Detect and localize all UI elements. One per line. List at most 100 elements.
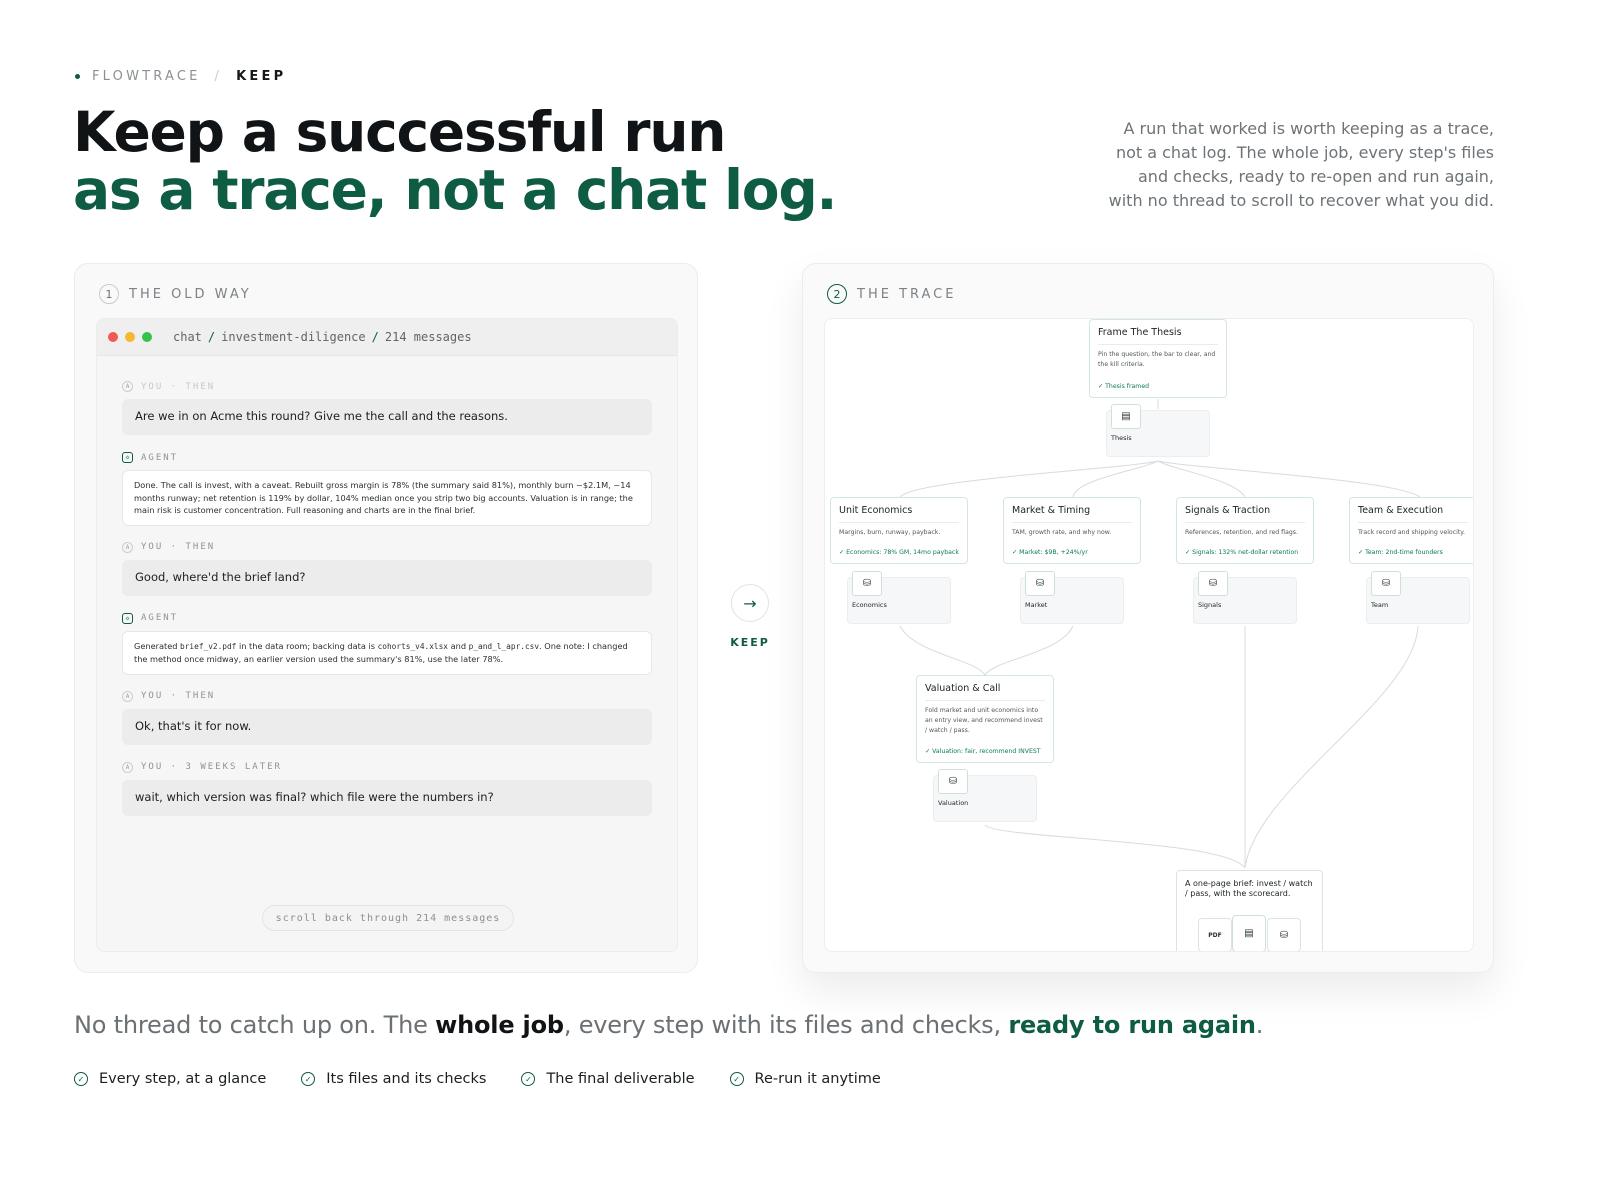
edge bbox=[1244, 625, 1419, 869]
node-team-execution[interactable]: Team & Execution Track record and shippi… bbox=[1349, 497, 1473, 564]
author-label: AGENT bbox=[141, 613, 179, 623]
database-icon[interactable]: ⛁ bbox=[1267, 918, 1301, 951]
folder-economics[interactable]: ⛁ Economics bbox=[847, 571, 951, 624]
keep-button[interactable]: → bbox=[731, 584, 769, 622]
agent-avatar-icon: ◇ bbox=[122, 452, 133, 463]
card-label-text: THE OLD WAY bbox=[129, 286, 252, 302]
trace-card: 2 THE TRACE Frame The Thesis Pin the que… bbox=[802, 263, 1494, 973]
user-message: Good, where'd the brief land? bbox=[122, 559, 652, 596]
folder-label: Market bbox=[1025, 601, 1048, 609]
tagline-part: No thread to catch up on. The bbox=[74, 1011, 436, 1039]
breadcrumb-current: KEEP bbox=[236, 69, 287, 84]
chat-titlebar: chat / investment-diligence/214 messages bbox=[97, 319, 677, 356]
node-signals-traction[interactable]: Signals & Traction References, retention… bbox=[1176, 497, 1314, 564]
node-check: ✓ Thesis framed bbox=[1098, 383, 1150, 390]
msg-text: and bbox=[448, 640, 469, 651]
file-ref: p_and_l_apr.csv bbox=[468, 641, 540, 651]
user-avatar-icon: A bbox=[122, 761, 133, 773]
chat-path: chat / investment-diligence/214 messages bbox=[173, 330, 472, 344]
author-label: AGENT bbox=[141, 452, 179, 463]
scroll-back-button[interactable]: scroll back through 214 messages bbox=[262, 905, 514, 931]
node-title: Frame The Thesis bbox=[1098, 327, 1218, 345]
user-avatar-icon: A bbox=[122, 381, 133, 392]
brand-name[interactable]: FLOWTRACE bbox=[92, 69, 201, 84]
database-icon: ⛁ bbox=[1198, 571, 1228, 596]
final-deliverable[interactable]: A one-page brief: invest / watch / pass,… bbox=[1176, 870, 1323, 951]
node-check: ✓ Economics: 78% GM, 14mo payback bbox=[839, 549, 959, 556]
deliverable-text: A one-page brief: invest / watch / pass,… bbox=[1185, 879, 1313, 898]
folder-label: Economics bbox=[852, 601, 887, 609]
node-valuation-call[interactable]: Valuation & Call Fold market and unit ec… bbox=[916, 675, 1054, 763]
minimize-dot-icon[interactable] bbox=[125, 332, 135, 342]
breadcrumb-separator: / bbox=[214, 69, 223, 84]
agent-avatar-icon: ◇ bbox=[122, 612, 133, 624]
feature-label: Every step, at a glance bbox=[99, 1071, 267, 1087]
trace-canvas[interactable]: Frame The Thesis Pin the question, the b… bbox=[824, 318, 1474, 952]
folder-valuation[interactable]: ⛁ Valuation bbox=[933, 769, 1037, 822]
feature-label: The final deliverable bbox=[546, 1071, 695, 1087]
edge bbox=[984, 625, 1074, 676]
brand-dot bbox=[75, 74, 80, 79]
tagline-part: . bbox=[1255, 1011, 1264, 1039]
node-desc: Pin the question, the bar to clear, and … bbox=[1098, 351, 1216, 368]
tagline-emphasis: whole job bbox=[435, 1011, 564, 1039]
message-author: ◇ AGENT bbox=[122, 452, 652, 463]
user-avatar-icon: A bbox=[122, 690, 133, 702]
feature-label: Re-run it anytime bbox=[754, 1071, 881, 1087]
node-desc: Margins, burn, runway, payback. bbox=[839, 529, 941, 536]
msg-text: Generated bbox=[134, 640, 181, 651]
folder-market[interactable]: ⛁ Market bbox=[1020, 571, 1124, 624]
edge bbox=[1157, 460, 1421, 498]
author-label: YOU · THEN bbox=[141, 381, 216, 392]
author-label: YOU · THEN bbox=[141, 691, 216, 701]
feature-list: ✓ Every step, at a glance ✓ Its files and … bbox=[74, 1071, 916, 1087]
node-title: Valuation & Call bbox=[925, 683, 1045, 701]
feature-item: ✓ The final deliverable bbox=[521, 1071, 695, 1087]
close-dot-icon[interactable] bbox=[108, 332, 118, 342]
database-icon: ⛁ bbox=[938, 769, 968, 794]
document-icon[interactable]: ▤ bbox=[1232, 915, 1266, 951]
node-frame-thesis[interactable]: Frame The Thesis Pin the question, the b… bbox=[1089, 319, 1227, 398]
msg-text: in the data room; backing data is bbox=[236, 640, 378, 651]
edge bbox=[899, 460, 1159, 498]
tagline-part: , every step with its files and checks, bbox=[563, 1011, 1009, 1039]
message-author: A YOU · THEN bbox=[122, 381, 652, 392]
folder-label: Valuation bbox=[938, 799, 969, 807]
document-icon: ▤ bbox=[1111, 404, 1141, 429]
old-way-card: 1 THE OLD WAY chat / investment-diligence /… bbox=[74, 263, 698, 973]
message-author: A YOU · THEN bbox=[122, 541, 652, 553]
tagline: No thread to catch up on. The whole job,… bbox=[74, 1011, 1263, 1039]
chat-path-thread: investment-diligence bbox=[221, 330, 366, 344]
folder-team[interactable]: ⛁ Team bbox=[1366, 571, 1470, 624]
feature-item: ✓ Re-run it anytime bbox=[729, 1071, 881, 1087]
maximize-dot-icon[interactable] bbox=[142, 332, 152, 342]
folder-signals[interactable]: ⛁ Signals bbox=[1193, 571, 1297, 624]
node-market-timing[interactable]: Market & Timing TAM, growth rate, and wh… bbox=[1003, 497, 1141, 564]
node-desc: TAM, growth rate, and why now. bbox=[1012, 529, 1112, 536]
node-title: Unit Economics bbox=[839, 505, 959, 523]
node-desc: Track record and shipping velocity. bbox=[1358, 529, 1466, 536]
pdf-file-icon[interactable]: PDF bbox=[1198, 918, 1232, 951]
node-title: Team & Execution bbox=[1358, 505, 1468, 523]
chat-path-count: 214 messages bbox=[384, 330, 472, 344]
old-way-label: 1 THE OLD WAY bbox=[99, 284, 252, 304]
check-circle-icon: ✓ bbox=[521, 1072, 536, 1086]
message-author: ◇ AGENT bbox=[122, 612, 652, 624]
check-circle-icon: ✓ bbox=[74, 1072, 88, 1086]
agent-message: Done. The call is invest, with a caveat.… bbox=[122, 470, 652, 526]
title-line-2: as a trace, not a chat log. bbox=[73, 158, 837, 222]
node-unit-economics[interactable]: Unit Economics Margins, burn, runway, pa… bbox=[830, 497, 968, 564]
edge bbox=[984, 824, 1246, 869]
user-message: Ok, that's it for now. bbox=[122, 708, 652, 745]
folder-thesis[interactable]: ▤ Thesis bbox=[1106, 404, 1210, 457]
feature-item: ✓ Its files and its checks bbox=[301, 1071, 486, 1087]
database-icon: ⛁ bbox=[1371, 571, 1401, 596]
agent-message: Generated brief_v2.pdf in the data room;… bbox=[122, 630, 652, 675]
user-message: wait, which version was final? which fil… bbox=[122, 779, 652, 816]
node-title: Market & Timing bbox=[1012, 505, 1132, 523]
file-ref: brief_v2.pdf bbox=[180, 641, 237, 651]
step-number: 2 bbox=[827, 284, 847, 304]
chat-window: chat / investment-diligence/214 messages A… bbox=[96, 318, 678, 952]
author-label: YOU · THEN bbox=[141, 542, 216, 552]
file-ref: cohorts_v4.xlsx bbox=[377, 641, 449, 651]
